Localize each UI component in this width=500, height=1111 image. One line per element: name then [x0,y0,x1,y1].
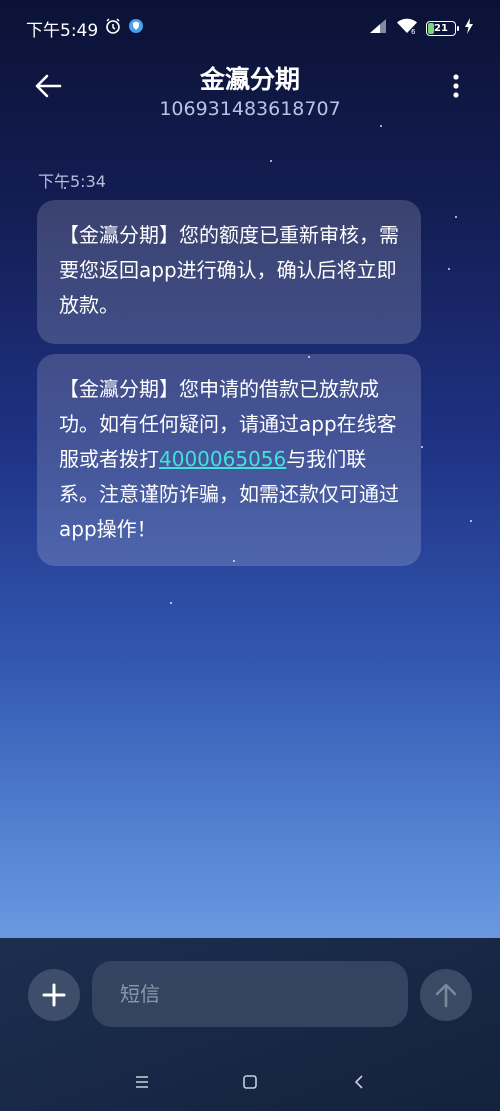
message-bubble[interactable]: 【金瀛分期】您的额度已重新审核，需要您返回app进行确认，确认后将立即放款。 [37,200,421,344]
system-back-button[interactable] [345,1068,373,1096]
battery-level: 21 [434,22,448,34]
phone-number-link[interactable]: 4000065056 [159,447,286,471]
svg-text:6: 6 [411,28,416,34]
battery-icon: 21 [426,20,459,36]
message-timestamp: 下午5:34 [38,172,106,191]
menu-icon [136,1076,148,1088]
more-options-button[interactable] [442,68,470,104]
menu-button[interactable] [128,1068,156,1096]
status-bar: 下午5:49 6 21 [0,0,500,56]
signal-icon [368,18,388,39]
more-vertical-icon [453,74,459,98]
send-button[interactable] [420,969,472,1021]
status-time: 下午5:49 [26,20,99,41]
home-icon [243,1075,257,1089]
plus-icon [42,983,66,1007]
system-navigation-bar [0,1060,500,1104]
message-bubble[interactable]: 【金瀛分期】您申请的借款已放款成功。如有任何疑问，请通过app在线客服或者拨打4… [37,354,421,566]
sender-number: 106931483618707 [159,98,341,120]
send-arrow-icon [435,983,457,1008]
contact-title: 金瀛分期 [199,65,300,94]
conversation-header: 金瀛分期 106931483618707 [0,56,500,136]
back-triangle-icon [354,1075,363,1089]
alarm-icon [104,17,122,40]
charging-icon [464,17,474,39]
home-button[interactable] [236,1068,264,1096]
sms-input[interactable] [92,961,408,1027]
wifi-icon: 6 [396,18,418,39]
message-text: 【金瀛分期】您的额度已重新审核，需要您返回app进行确认，确认后将立即放款。 [59,223,399,317]
shield-icon [128,18,144,39]
add-attachment-button[interactable] [28,969,80,1021]
